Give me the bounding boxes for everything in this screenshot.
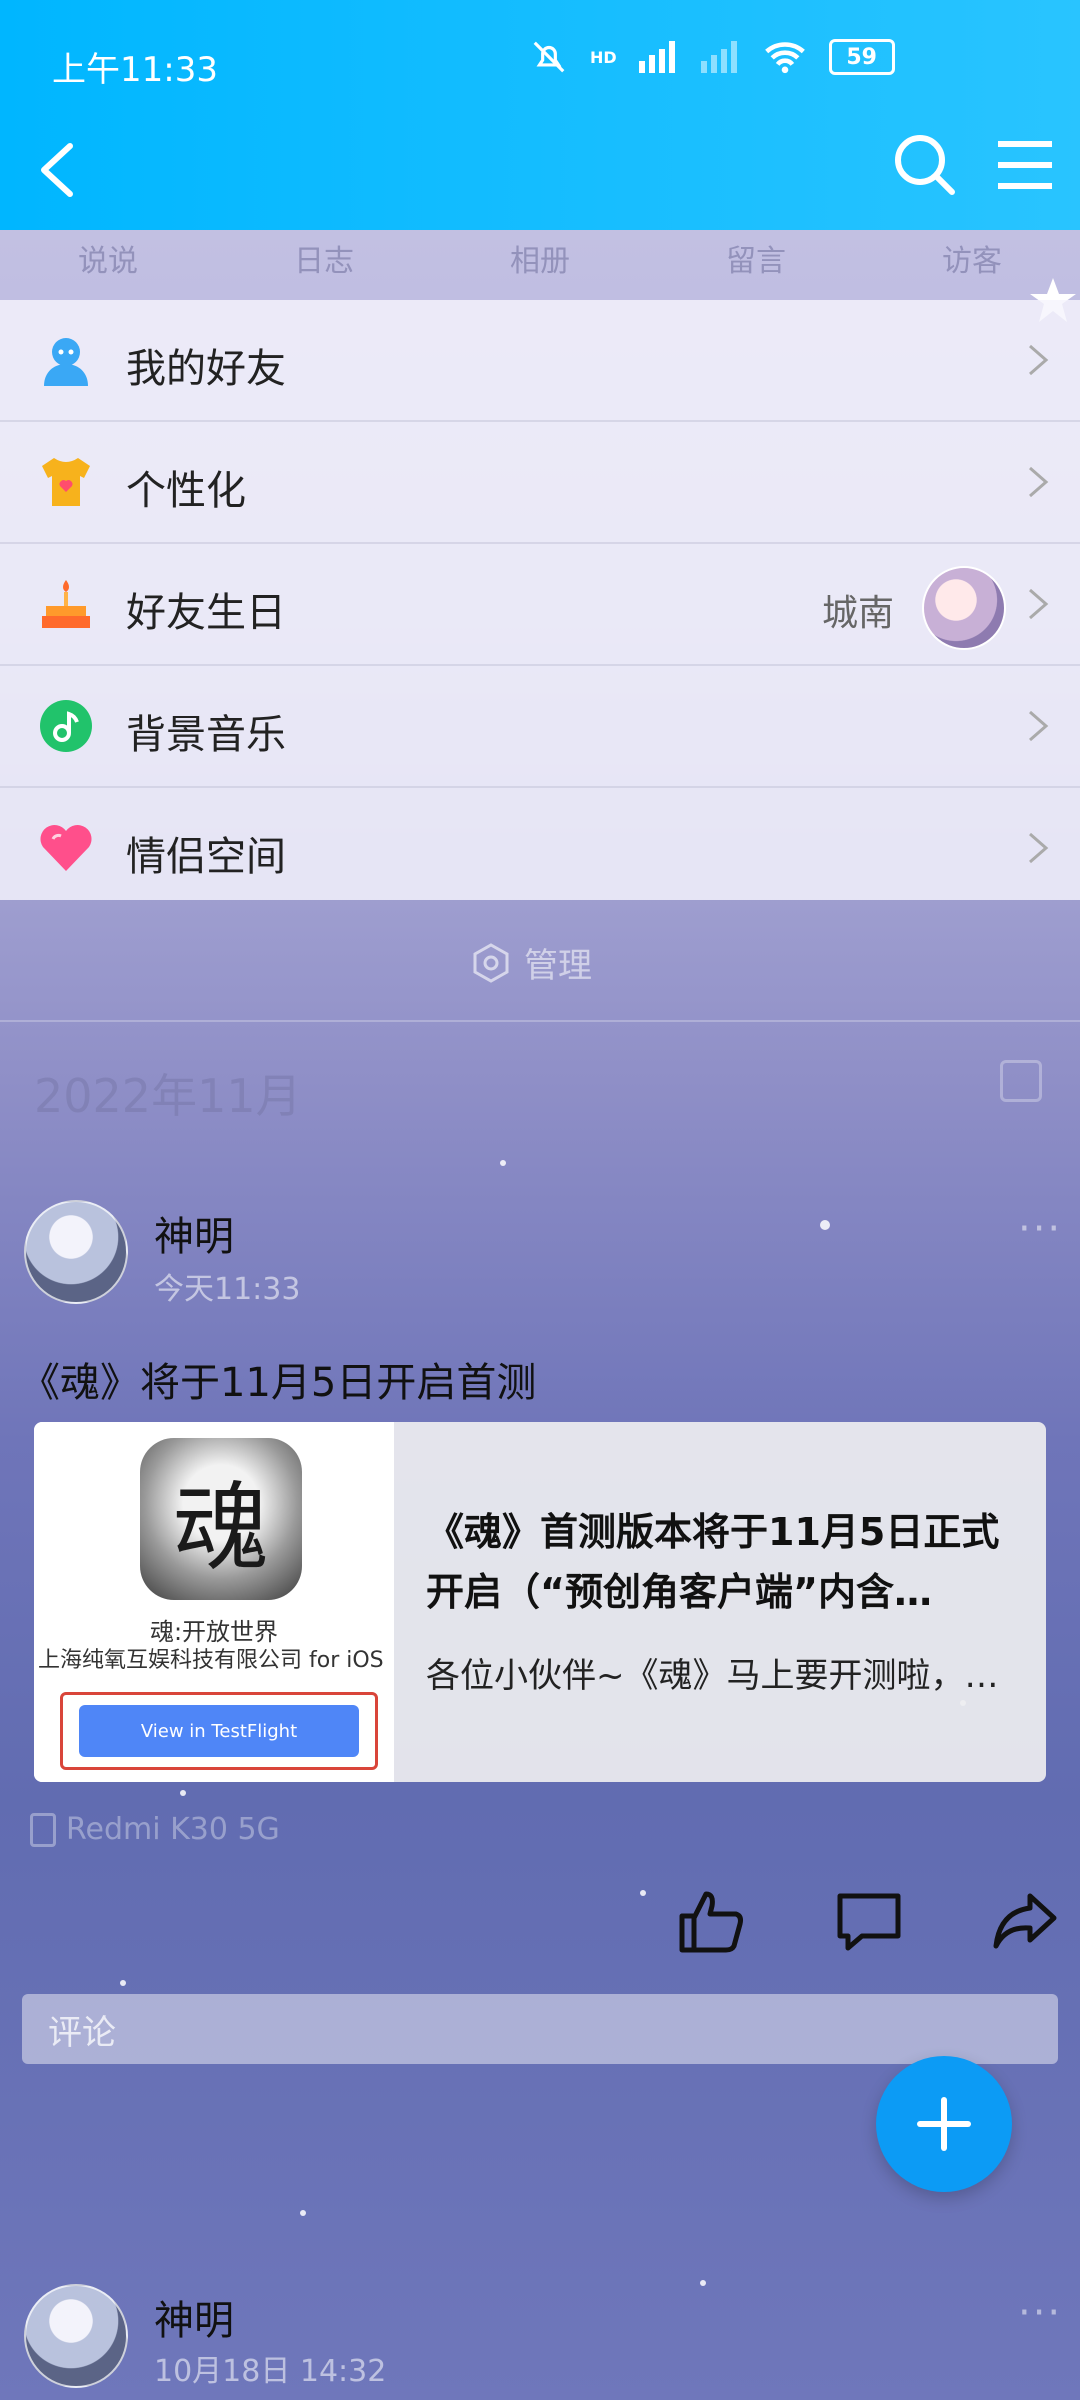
post-time: 今天11:33 [154,1272,301,1307]
shirt-icon [36,452,96,512]
tab-visitors[interactable]: 访客 [942,230,1002,300]
tab-messages[interactable]: 留言 [726,230,786,300]
tab-diary[interactable]: 日志 [294,230,354,300]
shared-link-card[interactable]: 魂 魂:开放世界 上海纯氧互娱科技有限公司 for iOS View in Te… [34,1422,1046,1782]
post-time: 10月18日 14:32 [154,2354,387,2389]
card-description: 各位小伙伴~《魂》马上要开测啦，… [426,1656,999,1696]
menu-item-friends[interactable]: 我的好友 [0,300,1080,422]
menu-icon[interactable] [990,130,1060,200]
like-icon[interactable] [676,1886,746,1956]
card-thumbnail: 魂 魂:开放世界 上海纯氧互娱科技有限公司 for iOS View in Te… [34,1422,394,1782]
menu-item-music[interactable]: 背景音乐 [0,666,1080,788]
app-header: 上午11:33 HD 59 [0,0,1080,230]
chevron-right-icon [1029,466,1049,498]
tab-album[interactable]: 相册 [510,230,570,300]
divider [0,1020,1080,1022]
signal-empty-icon [700,41,737,73]
back-button[interactable] [20,130,100,210]
post-text: 《魂》将于11月5日开启首测 [20,1360,537,1406]
thumb-subtitle: 上海纯氧互娱科技有限公司 for iOS [38,1648,384,1673]
battery-indicator: 59 [828,39,895,75]
device-name: Redmi K30 5G [66,1812,280,1847]
more-options-icon[interactable]: ··· [1018,1206,1062,1252]
phone-icon [30,1812,56,1847]
post-author-name[interactable]: 神明 [154,1204,234,1262]
chevron-right-icon [1029,710,1049,742]
menu-label: 背景音乐 [126,712,286,758]
wifi-icon [764,42,805,74]
mute-icon [533,41,565,73]
tab-shuoshuo[interactable]: 说说 [78,230,138,300]
calendar-icon[interactable] [1000,1060,1042,1102]
menu-item-couple[interactable]: 情侣空间 [0,788,1080,908]
menu-label: 个性化 [126,468,246,514]
chevron-right-icon [1029,832,1049,864]
signal-icon [638,41,675,73]
thumb-button-highlight: View in TestFlight [60,1692,378,1770]
status-time: 上午11:33 [52,50,218,90]
menu-label: 好友生日 [126,590,286,636]
post-author-name[interactable]: 神明 [154,2288,234,2346]
search-icon[interactable] [888,126,958,206]
menu-item-personalize[interactable]: 个性化 [0,422,1080,544]
add-post-button[interactable] [876,2056,1012,2192]
menu-item-birthday[interactable]: 好友生日 城南 [0,544,1080,666]
friends-icon [36,330,96,390]
battery-level: 59 [846,44,877,70]
settings-hex-icon [473,942,509,983]
manage-button[interactable]: 管理 [470,938,592,987]
profile-tabs: 说说 日志 相册 留言 访客 [0,230,1080,300]
testflight-button: View in TestFlight [79,1705,359,1757]
cake-icon [36,574,96,634]
hd-badge: HD [590,47,617,67]
month-header: 2022年11月 [34,1069,302,1123]
manage-label: 管理 [524,946,592,986]
share-icon[interactable] [990,1886,1060,1956]
menu-label: 我的好友 [126,346,286,392]
chevron-right-icon [1029,588,1049,620]
device-tag: Redmi K30 5G [30,1812,280,1847]
comment-input[interactable]: 评论 [22,1994,1058,2064]
status-bar: 上午11:33 HD 59 [0,0,1080,120]
feature-menu: 我的好友 个性化 好友生日 城南 背景音乐 情侣空间 [0,300,1080,900]
card-title: 《魂》首测版本将于11月5日正式开启（“预创角客户端”内含… [426,1510,1000,1614]
birthday-friend-name: 城南 [822,593,895,634]
post-author-avatar[interactable] [24,2284,128,2388]
heart-icon [36,818,96,878]
menu-label: 情侣空间 [126,834,286,880]
plus-icon [917,2097,971,2151]
birthday-friend-avatar [922,566,1006,650]
more-options-icon[interactable]: ··· [1018,2290,1062,2336]
comment-icon[interactable] [834,1886,904,1956]
music-icon [36,696,96,756]
post-author-avatar[interactable] [24,1200,128,1304]
chevron-right-icon [1029,344,1049,376]
game-logo: 魂 [140,1438,302,1600]
